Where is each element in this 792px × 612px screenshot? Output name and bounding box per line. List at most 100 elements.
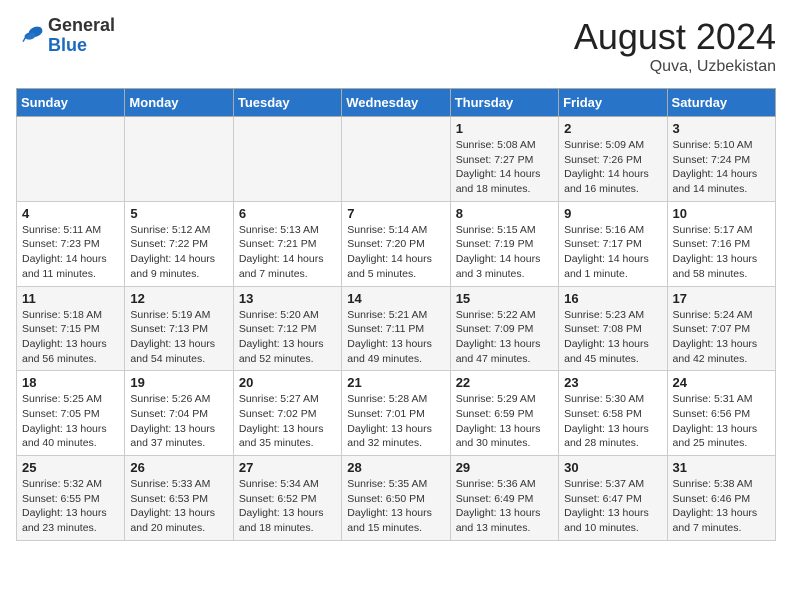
calendar-cell: 14Sunrise: 5:21 AM Sunset: 7:11 PM Dayli… — [342, 286, 450, 371]
calendar-cell: 7 Sunrise: 5:14 AM Sunset: 7:20 PM Daylig… — [342, 201, 450, 286]
day-info: Sunrise: 5:36 AM Sunset: 6:49 PM Dayligh… — [456, 477, 553, 536]
calendar-cell — [17, 117, 125, 202]
calendar-cell: 10 Sunrise: 5:17 AM Sunset: 7:16 PM Dayli… — [667, 201, 775, 286]
calendar-cell: 28Sunrise: 5:35 AM Sunset: 6:50 PM Dayli… — [342, 456, 450, 541]
weekday-header-sunday: Sunday — [17, 89, 125, 117]
calendar-cell: 22Sunrise: 5:29 AM Sunset: 6:59 PM Dayli… — [450, 371, 558, 456]
calendar-cell: 24 Sunrise: 5:31 AM Sunset: 6:56 PM Dayli… — [667, 371, 775, 456]
day-info: Sunrise: 5:38 AM Sunset: 6:46 PM Dayligh… — [673, 477, 770, 536]
page-header: General Blue August 2024 Quva, Uzbekista… — [16, 16, 776, 76]
calendar-cell: 18Sunrise: 5:25 AM Sunset: 7:05 PM Dayli… — [17, 371, 125, 456]
day-number: 25 — [22, 460, 119, 475]
calendar-cell: 3 Sunrise: 5:10 AM Sunset: 7:24 PM Daylig… — [667, 117, 775, 202]
calendar-cell: 8Sunrise: 5:15 AM Sunset: 7:19 PM Daylig… — [450, 201, 558, 286]
day-number: 31 — [673, 460, 770, 475]
calendar-cell: 31 Sunrise: 5:38 AM Sunset: 6:46 PM Dayli… — [667, 456, 775, 541]
calendar-cell: 21 Sunrise: 5:28 AM Sunset: 7:01 PM Dayli… — [342, 371, 450, 456]
calendar-cell: 25 Sunrise: 5:32 AM Sunset: 6:55 PM Dayli… — [17, 456, 125, 541]
day-info: Sunrise: 5:32 AM Sunset: 6:55 PM Dayligh… — [22, 477, 119, 536]
day-number: 3 — [673, 121, 770, 136]
day-number: 26 — [130, 460, 227, 475]
weekday-header-thursday: Thursday — [450, 89, 558, 117]
day-info: Sunrise: 5:24 AM Sunset: 7:07 PM Dayligh… — [673, 308, 770, 367]
day-info: Sunrise: 5:26 AM Sunset: 7:04 PM Dayligh… — [130, 392, 227, 451]
day-number: 19 — [130, 375, 227, 390]
calendar-cell: 13 Sunrise: 5:20 AM Sunset: 7:12 PM Dayli… — [233, 286, 341, 371]
calendar-cell: 9Sunrise: 5:16 AM Sunset: 7:17 PM Daylig… — [559, 201, 667, 286]
calendar-cell: 30Sunrise: 5:37 AM Sunset: 6:47 PM Dayli… — [559, 456, 667, 541]
day-number: 29 — [456, 460, 553, 475]
day-number: 12 — [130, 291, 227, 306]
day-info: Sunrise: 5:25 AM Sunset: 7:05 PM Dayligh… — [22, 392, 119, 451]
weekday-header-saturday: Saturday — [667, 89, 775, 117]
month-year-title: August 2024 — [574, 16, 776, 58]
day-info: Sunrise: 5:14 AM Sunset: 7:20 PM Dayligh… — [347, 223, 444, 282]
calendar-cell — [342, 117, 450, 202]
day-number: 5 — [130, 206, 227, 221]
day-info: Sunrise: 5:20 AM Sunset: 7:12 PM Dayligh… — [239, 308, 336, 367]
logo-text: General Blue — [48, 16, 115, 56]
day-info: Sunrise: 5:34 AM Sunset: 6:52 PM Dayligh… — [239, 477, 336, 536]
calendar-cell: 17Sunrise: 5:24 AM Sunset: 7:07 PM Dayli… — [667, 286, 775, 371]
day-info: Sunrise: 5:28 AM Sunset: 7:01 PM Dayligh… — [347, 392, 444, 451]
logo-bird-icon — [16, 22, 44, 50]
day-info: Sunrise: 5:35 AM Sunset: 6:50 PM Dayligh… — [347, 477, 444, 536]
calendar-cell: 29 Sunrise: 5:36 AM Sunset: 6:49 PM Dayli… — [450, 456, 558, 541]
calendar-week-row: 18Sunrise: 5:25 AM Sunset: 7:05 PM Dayli… — [17, 371, 776, 456]
day-number: 4 — [22, 206, 119, 221]
day-info: Sunrise: 5:16 AM Sunset: 7:17 PM Dayligh… — [564, 223, 661, 282]
day-number: 21 — [347, 375, 444, 390]
day-number: 24 — [673, 375, 770, 390]
calendar-cell — [125, 117, 233, 202]
calendar-week-row: 11Sunrise: 5:18 AM Sunset: 7:15 PM Dayli… — [17, 286, 776, 371]
day-number: 15 — [456, 291, 553, 306]
weekday-header-monday: Monday — [125, 89, 233, 117]
day-info: Sunrise: 5:12 AM Sunset: 7:22 PM Dayligh… — [130, 223, 227, 282]
calendar-cell: 20 Sunrise: 5:27 AM Sunset: 7:02 PM Dayli… — [233, 371, 341, 456]
day-info: Sunrise: 5:09 AM Sunset: 7:26 PM Dayligh… — [564, 138, 661, 197]
title-block: August 2024 Quva, Uzbekistan — [574, 16, 776, 76]
day-info: Sunrise: 5:13 AM Sunset: 7:21 PM Dayligh… — [239, 223, 336, 282]
calendar-cell: 12 Sunrise: 5:19 AM Sunset: 7:13 PM Dayli… — [125, 286, 233, 371]
day-number: 16 — [564, 291, 661, 306]
calendar-cell: 2 Sunrise: 5:09 AM Sunset: 7:26 PM Daylig… — [559, 117, 667, 202]
day-number: 27 — [239, 460, 336, 475]
calendar-week-row: 25 Sunrise: 5:32 AM Sunset: 6:55 PM Dayli… — [17, 456, 776, 541]
weekday-header-wednesday: Wednesday — [342, 89, 450, 117]
calendar-cell: 27 Sunrise: 5:34 AM Sunset: 6:52 PM Dayli… — [233, 456, 341, 541]
day-number: 10 — [673, 206, 770, 221]
calendar-cell: 6 Sunrise: 5:13 AM Sunset: 7:21 PM Daylig… — [233, 201, 341, 286]
calendar-cell: 16 Sunrise: 5:23 AM Sunset: 7:08 PM Dayli… — [559, 286, 667, 371]
day-info: Sunrise: 5:19 AM Sunset: 7:13 PM Dayligh… — [130, 308, 227, 367]
calendar-cell: 5 Sunrise: 5:12 AM Sunset: 7:22 PM Daylig… — [125, 201, 233, 286]
calendar-cell: 4 Sunrise: 5:11 AM Sunset: 7:23 PM Daylig… — [17, 201, 125, 286]
day-info: Sunrise: 5:15 AM Sunset: 7:19 PM Dayligh… — [456, 223, 553, 282]
logo: General Blue — [16, 16, 115, 56]
day-number: 2 — [564, 121, 661, 136]
day-info: Sunrise: 5:10 AM Sunset: 7:24 PM Dayligh… — [673, 138, 770, 197]
day-info: Sunrise: 5:11 AM Sunset: 7:23 PM Dayligh… — [22, 223, 119, 282]
day-number: 22 — [456, 375, 553, 390]
day-info: Sunrise: 5:23 AM Sunset: 7:08 PM Dayligh… — [564, 308, 661, 367]
weekday-header-row: SundayMondayTuesdayWednesdayThursdayFrid… — [17, 89, 776, 117]
calendar-cell: 15 Sunrise: 5:22 AM Sunset: 7:09 PM Dayli… — [450, 286, 558, 371]
calendar-table: SundayMondayTuesdayWednesdayThursdayFrid… — [16, 88, 776, 541]
calendar-cell: 11Sunrise: 5:18 AM Sunset: 7:15 PM Dayli… — [17, 286, 125, 371]
calendar-week-row: 1Sunrise: 5:08 AM Sunset: 7:27 PM Daylig… — [17, 117, 776, 202]
day-info: Sunrise: 5:22 AM Sunset: 7:09 PM Dayligh… — [456, 308, 553, 367]
day-number: 6 — [239, 206, 336, 221]
day-info: Sunrise: 5:31 AM Sunset: 6:56 PM Dayligh… — [673, 392, 770, 451]
day-info: Sunrise: 5:08 AM Sunset: 7:27 PM Dayligh… — [456, 138, 553, 197]
calendar-cell: 19 Sunrise: 5:26 AM Sunset: 7:04 PM Dayli… — [125, 371, 233, 456]
day-number: 11 — [22, 291, 119, 306]
day-number: 14 — [347, 291, 444, 306]
day-number: 13 — [239, 291, 336, 306]
location-subtitle: Quva, Uzbekistan — [574, 58, 776, 76]
weekday-header-friday: Friday — [559, 89, 667, 117]
day-info: Sunrise: 5:27 AM Sunset: 7:02 PM Dayligh… — [239, 392, 336, 451]
day-number: 7 — [347, 206, 444, 221]
weekday-header-tuesday: Tuesday — [233, 89, 341, 117]
day-number: 20 — [239, 375, 336, 390]
day-info: Sunrise: 5:17 AM Sunset: 7:16 PM Dayligh… — [673, 223, 770, 282]
calendar-cell: 1Sunrise: 5:08 AM Sunset: 7:27 PM Daylig… — [450, 117, 558, 202]
